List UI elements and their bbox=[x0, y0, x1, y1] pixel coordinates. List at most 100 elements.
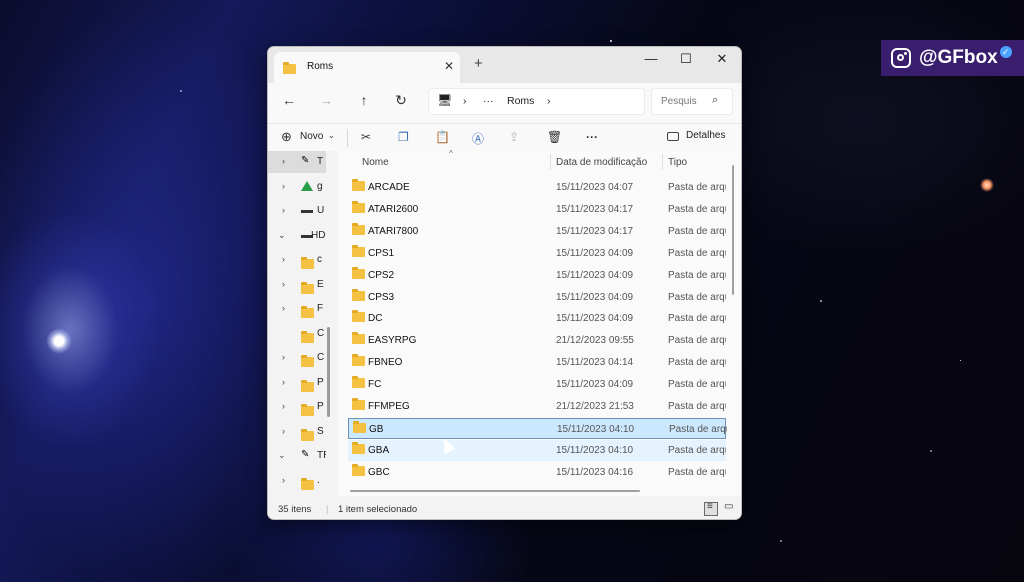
chevron-right-icon[interactable]: › bbox=[282, 156, 285, 166]
chevron-down-icon[interactable]: ⌄ bbox=[278, 230, 286, 241]
file-type: Pasta de arquivos bbox=[669, 423, 727, 435]
folder-icon bbox=[352, 463, 365, 476]
more-options-button[interactable]: ··· bbox=[586, 130, 598, 144]
file-row[interactable]: EASYRPG 21/12/2023 09:55 Pasta de arquivos bbox=[348, 330, 726, 351]
column-divider[interactable] bbox=[550, 154, 551, 170]
tiles-view-button[interactable]: ▭ bbox=[722, 501, 736, 516]
column-date[interactable]: Data de modificação bbox=[556, 157, 647, 168]
column-type[interactable]: Tipo bbox=[668, 157, 687, 168]
column-headers: ^ Nome Data de modificação Tipo bbox=[338, 149, 741, 173]
nav-pane-item[interactable]: › c bbox=[268, 249, 326, 271]
nav-pane-item[interactable]: › C bbox=[268, 347, 326, 369]
breadcrumb-separator: › bbox=[463, 95, 467, 107]
file-row[interactable]: FBNEO 15/11/2023 04:14 Pasta de arquivos bbox=[348, 352, 726, 373]
maximize-button[interactable]: ☐ bbox=[671, 51, 701, 67]
new-tab-button[interactable]: + bbox=[474, 55, 483, 72]
folder-icon bbox=[352, 244, 365, 257]
details-button[interactable]: Detalhes bbox=[686, 130, 725, 141]
folder-icon bbox=[301, 281, 314, 294]
file-name: FFMPEG bbox=[368, 401, 410, 412]
nav-pane-item[interactable]: › U bbox=[268, 200, 326, 222]
chevron-right-icon[interactable]: › bbox=[282, 401, 285, 411]
file-row[interactable]: CPS3 15/11/2023 04:09 Pasta de arquivos bbox=[348, 287, 726, 308]
nav-pane-item[interactable]: › P bbox=[268, 396, 326, 418]
chevron-right-icon[interactable]: › bbox=[282, 181, 285, 191]
nav-pane-item[interactable]: C bbox=[268, 323, 326, 345]
column-divider[interactable] bbox=[662, 154, 663, 170]
column-name[interactable]: Nome bbox=[362, 157, 389, 168]
cut-icon[interactable]: ✂ bbox=[361, 130, 371, 144]
nav-pane-item[interactable]: › P bbox=[268, 372, 326, 394]
vertical-scrollbar[interactable] bbox=[732, 165, 734, 295]
up-button[interactable]: ↑ bbox=[354, 92, 374, 108]
search-box[interactable]: Pesquis ⌕ bbox=[651, 88, 733, 115]
chevron-right-icon[interactable]: › bbox=[282, 377, 285, 387]
chevron-right-icon[interactable]: › bbox=[282, 426, 285, 436]
file-name: CPS2 bbox=[368, 269, 395, 281]
chevron-right-icon[interactable]: › bbox=[282, 279, 285, 289]
folder-icon bbox=[352, 398, 365, 410]
file-date: 15/11/2023 04:09 bbox=[556, 291, 634, 303]
file-row[interactable]: FC 15/11/2023 04:09 Pasta de arquivos bbox=[348, 374, 726, 395]
chevron-right-icon[interactable]: › bbox=[282, 205, 285, 215]
file-row[interactable]: CPS1 15/11/2023 04:09 Pasta de arquivos bbox=[348, 243, 726, 264]
instagram-icon bbox=[891, 48, 911, 68]
file-name: ATARI7800 bbox=[368, 225, 419, 237]
details-view-button[interactable]: ≡ bbox=[704, 501, 718, 516]
paste-icon[interactable]: 📋 bbox=[435, 130, 450, 144]
nav-pane-item[interactable]: › ✎ T bbox=[268, 151, 326, 173]
chevron-down-icon[interactable]: ⌄ bbox=[278, 450, 286, 461]
share-icon[interactable]: ⇪ bbox=[509, 130, 519, 144]
tab-close-button[interactable]: ✕ bbox=[444, 59, 454, 73]
nav-pane-item[interactable]: ⌄ HD bbox=[268, 225, 326, 247]
status-divider: | bbox=[326, 504, 329, 515]
file-date: 21/12/2023 09:55 bbox=[556, 335, 634, 347]
address-bar[interactable]: 🖥 › ··· Roms › bbox=[428, 88, 645, 115]
file-row[interactable]: ATARI7800 15/11/2023 04:17 Pasta de arquiv… bbox=[348, 221, 726, 242]
copy-icon[interactable]: ❐ bbox=[398, 130, 409, 144]
nav-pane-item[interactable]: › S bbox=[268, 421, 326, 443]
horizontal-scrollbar[interactable] bbox=[350, 490, 640, 492]
chevron-down-icon[interactable]: ⌄ bbox=[328, 131, 335, 140]
chevron-right-icon[interactable]: › bbox=[282, 475, 285, 485]
new-icon[interactable]: ⊕ bbox=[281, 129, 292, 145]
chevron-right-icon[interactable]: › bbox=[282, 352, 285, 362]
file-row[interactable]: ATARI2600 15/11/2023 04:17 Pasta de arquiv… bbox=[348, 199, 726, 220]
verified-icon: ✓ bbox=[999, 46, 1012, 58]
nav-pane-item[interactable]: ›. bbox=[268, 470, 326, 492]
chevron-right-icon[interactable]: › bbox=[282, 254, 285, 264]
forward-button[interactable]: → bbox=[316, 92, 336, 108]
close-button[interactable]: ✕ bbox=[707, 51, 737, 67]
file-row[interactable]: GBC 15/11/2023 04:16 Pasta de arquivos bbox=[348, 462, 726, 483]
file-row[interactable]: DC 15/11/2023 04:09 Pasta de arquivos bbox=[348, 308, 726, 329]
file-row[interactable]: GB 15/11/2023 04:10 Pasta de arquivos bbox=[348, 417, 727, 439]
nav-pane-item[interactable]: › g bbox=[268, 176, 326, 198]
details-icon[interactable] bbox=[667, 132, 679, 141]
file-date: 15/11/2023 04:09 bbox=[556, 269, 634, 281]
breadcrumb-more[interactable]: ··· bbox=[483, 95, 494, 107]
minimize-button[interactable]: — bbox=[636, 51, 666, 66]
command-bar: ⊕ Novo ⌄ ✂ ❐ 📋 Ⓐ ⇪ 🗑 ··· Detalhes bbox=[268, 123, 741, 151]
new-button[interactable]: Novo bbox=[300, 131, 323, 142]
chevron-right-icon[interactable]: › bbox=[282, 303, 285, 313]
breadcrumb-current[interactable]: Roms bbox=[507, 95, 534, 107]
file-row[interactable]: CPS2 15/11/2023 04:09 Pasta de arquivos bbox=[348, 265, 726, 286]
folder-icon bbox=[352, 179, 365, 191]
file-name: GBC bbox=[368, 466, 390, 478]
rename-icon[interactable]: Ⓐ bbox=[472, 130, 484, 147]
file-row[interactable]: GBA 15/11/2023 04:10 Pasta de arquivos bbox=[348, 439, 726, 461]
refresh-button[interactable]: ↻ bbox=[391, 92, 411, 109]
file-row[interactable]: FFMPEG 21/12/2023 21:53 Pasta de arquivos bbox=[348, 396, 726, 417]
file-name: FBNEO bbox=[368, 357, 403, 369]
file-name: DC bbox=[368, 313, 383, 325]
delete-icon[interactable]: 🗑 bbox=[547, 130, 562, 144]
file-row[interactable]: ARCADE 15/11/2023 04:07 Pasta de arquivos bbox=[348, 177, 726, 198]
nav-pane-scrollbar[interactable] bbox=[327, 327, 330, 417]
nav-pane-item[interactable]: › E bbox=[268, 274, 326, 296]
nav-pane-item[interactable]: › F bbox=[268, 298, 326, 320]
search-input[interactable]: Pesquis bbox=[661, 96, 697, 107]
tab-roms[interactable]: Roms ✕ bbox=[274, 52, 460, 83]
file-type: Pasta de arquivos bbox=[668, 247, 726, 259]
nav-pane-item[interactable]: ⌄ ✎ TR bbox=[268, 445, 326, 467]
back-button[interactable]: ← bbox=[279, 92, 299, 108]
